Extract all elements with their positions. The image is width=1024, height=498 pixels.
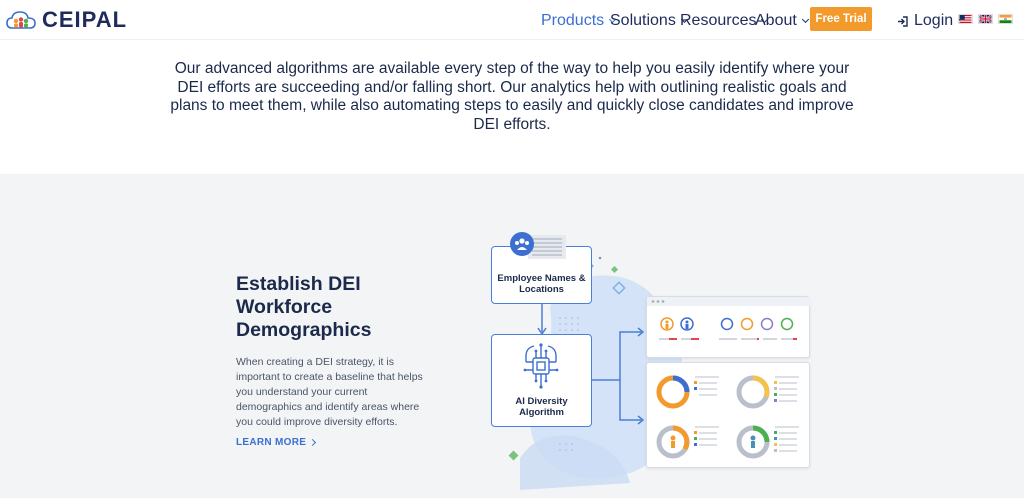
employee-names-label: Employee Names & Locations	[497, 273, 586, 295]
us-flag-icon[interactable]	[958, 14, 973, 24]
intro-paragraph: Our advanced algorithms are available ev…	[170, 60, 854, 133]
nav-about[interactable]: About	[755, 12, 809, 30]
demographic-summary-card	[646, 296, 811, 358]
nav-about-label: About	[755, 12, 797, 29]
login-icon	[898, 15, 908, 27]
feature-title: Establish DEI Workforce Demographics	[236, 273, 372, 341]
ai-brain-chip-icon	[523, 343, 559, 389]
free-trial-button[interactable]: Free Trial	[810, 7, 872, 31]
feature-description: When creating a DEI strategy, it is impo…	[236, 356, 423, 428]
learn-more-link[interactable]: LEARN MORE	[236, 437, 317, 448]
donut-charts-graphic	[656, 375, 799, 459]
nav-solutions[interactable]: Solutions	[610, 12, 688, 30]
nav-products-label: Products	[541, 12, 605, 29]
summary-card-graphic	[647, 297, 811, 340]
brand-name: CEIPAL	[42, 7, 128, 32]
nav-products[interactable]: Products	[541, 12, 617, 30]
learn-more-label: LEARN MORE	[236, 437, 307, 448]
uk-flag-icon[interactable]	[978, 14, 993, 24]
site-header: CEIPAL Products Solutions Resources Abou…	[0, 0, 1024, 40]
nav-resources-label: Resources	[680, 12, 757, 29]
nav-solutions-label: Solutions	[610, 12, 676, 29]
dei-illustration: Employee Names & Locations AI Diversity …	[480, 228, 820, 494]
login-link[interactable]: Login	[897, 12, 966, 30]
chevron-right-icon	[309, 438, 317, 447]
india-flag-icon[interactable]	[998, 14, 1013, 24]
ai-algorithm-label: AI Diversity Algorithm	[515, 396, 568, 418]
diversity-charts-card	[646, 362, 810, 468]
chevron-down-icon	[801, 15, 809, 24]
ceipal-logo[interactable]: CEIPAL	[6, 6, 127, 34]
login-label: Login	[914, 12, 954, 29]
cloud-people-icon	[6, 11, 36, 29]
employee-list-icon	[510, 232, 566, 259]
